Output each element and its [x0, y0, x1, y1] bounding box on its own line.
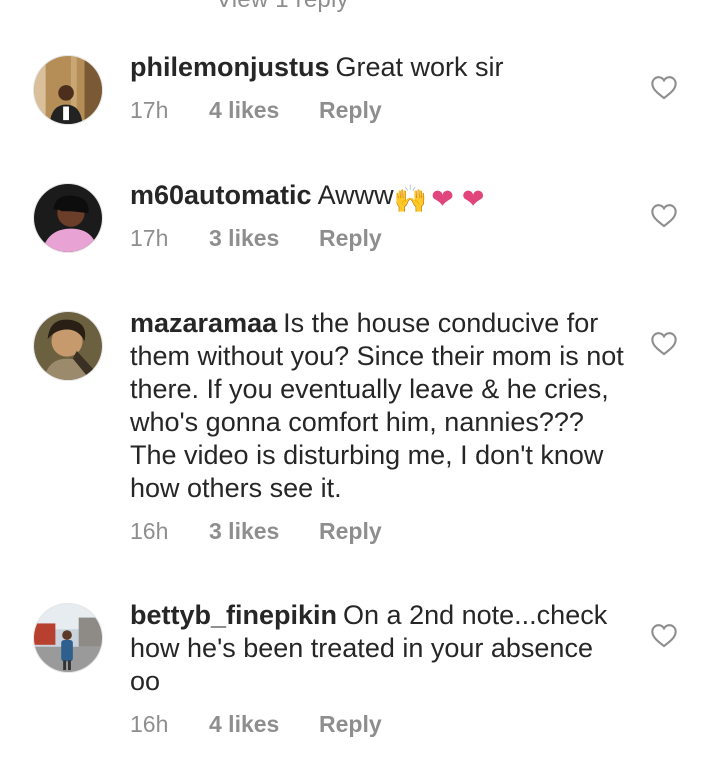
avatar[interactable] — [33, 55, 103, 125]
timestamp: 16h — [130, 711, 169, 737]
reply-button[interactable]: Reply — [319, 518, 382, 545]
comment-body: Great work sir — [335, 52, 504, 82]
heart-icon[interactable] — [650, 330, 678, 356]
raising-hands-emoji: 🙌 — [393, 184, 428, 214]
username[interactable]: m60automatic — [130, 180, 312, 210]
reply-button[interactable]: Reply — [319, 225, 382, 252]
avatar[interactable] — [33, 311, 103, 381]
heart-icon[interactable] — [650, 622, 678, 648]
username[interactable]: mazaramaa — [130, 308, 277, 338]
view-replies-link[interactable]: View 1 reply — [216, 0, 349, 14]
comment-body: Awww — [317, 180, 394, 210]
likes-count[interactable]: 4 likes — [209, 97, 319, 124]
timestamp: 17h — [130, 97, 169, 123]
likes-count[interactable]: 3 likes — [209, 518, 319, 545]
username[interactable]: philemonjustus — [130, 52, 330, 82]
heart-icon[interactable] — [650, 74, 678, 100]
reply-button[interactable]: Reply — [319, 97, 382, 124]
likes-count[interactable]: 3 likes — [209, 225, 319, 252]
likes-count[interactable]: 4 likes — [209, 711, 319, 738]
comment-text: bettyb_finepikin On a 2nd note...check ho… — [130, 599, 630, 698]
comment-meta: 16h 3 likes Reply — [130, 518, 382, 545]
username[interactable]: bettyb_finepikin — [130, 600, 337, 630]
timestamp: 16h — [130, 518, 169, 544]
avatar[interactable] — [33, 603, 103, 673]
comment-meta: 17h 3 likes Reply — [130, 225, 382, 252]
comment-text: m60automatic Awww🙌 ❤ ❤ — [130, 179, 630, 216]
comment-text: mazaramaa Is the house conducive for them… — [130, 307, 630, 505]
heart-emoji: ❤ — [461, 184, 485, 214]
comment-meta: 17h 4 likes Reply — [130, 97, 382, 124]
reply-button[interactable]: Reply — [319, 711, 382, 738]
heart-emoji: ❤ — [431, 184, 454, 214]
comment-text: philemonjustus Great work sir — [130, 51, 630, 84]
avatar[interactable] — [33, 183, 103, 253]
timestamp: 17h — [130, 225, 169, 251]
heart-icon[interactable] — [650, 202, 678, 228]
comment-meta: 16h 4 likes Reply — [130, 711, 382, 738]
